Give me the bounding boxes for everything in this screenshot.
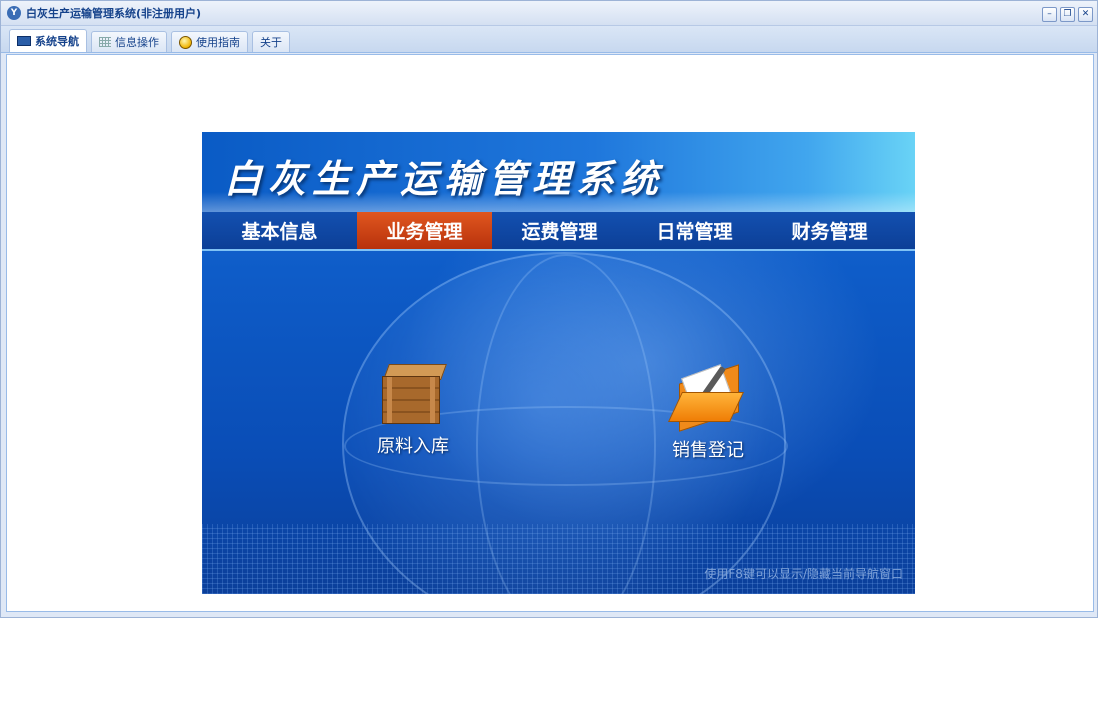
app-logo-icon: Y [7,6,21,20]
tab-bar: 系统导航 信息操作 使用指南 关于 [1,26,1097,53]
grid-decoration [202,524,915,594]
window-controls: – ❐ ✕ [1042,7,1093,22]
title-bar: Y 白灰生产运输管理系统(非注册用户) – ❐ ✕ [1,1,1097,26]
module-menu: 基本信息 业务管理 运费管理 日常管理 财务管理 [202,212,915,251]
close-button[interactable]: ✕ [1078,7,1093,22]
minimize-button[interactable]: – [1042,7,1057,22]
tab-info-operations[interactable]: 信息操作 [91,31,167,52]
restore-button[interactable]: ❐ [1060,7,1075,22]
tab-label: 信息操作 [115,36,159,49]
shortcut-material-inbound[interactable]: 原料入库 [377,364,449,458]
menu-basic-info[interactable]: 基本信息 [202,212,357,249]
grid-icon [99,37,111,47]
f8-hint-text: 使用F8键可以显示/隐藏当前导航窗口 [704,567,903,581]
crate-icon [382,364,447,424]
tab-label: 使用指南 [196,36,240,49]
menu-freight-management[interactable]: 运费管理 [492,212,627,249]
navigation-panel: 白灰生产运输管理系统 基本信息 业务管理 运费管理 日常管理 财务管理 原料入库… [6,54,1094,612]
tab-label: 系统导航 [35,35,79,48]
navigation-banner: 白灰生产运输管理系统 基本信息 业务管理 运费管理 日常管理 财务管理 原料入库… [202,132,915,594]
menu-finance-management[interactable]: 财务管理 [762,212,897,249]
menu-daily-management[interactable]: 日常管理 [627,212,762,249]
shortcut-label: 原料入库 [377,436,449,457]
menu-business-management[interactable]: 业务管理 [357,212,492,249]
folder-pen-icon [668,364,744,432]
tab-system-navigation[interactable]: 系统导航 [9,29,87,52]
shortcut-sales-registration[interactable]: 销售登记 [668,364,744,462]
help-icon [179,35,192,49]
app-window: Y 白灰生产运输管理系统(非注册用户) – ❐ ✕ 系统导航 信息操作 使用指南… [0,0,1098,618]
shortcut-label: 销售登记 [672,440,744,461]
window-title: 白灰生产运输管理系统(非注册用户) [26,7,202,20]
banner-title: 白灰生产运输管理系统 [224,157,665,201]
monitor-icon [17,36,31,46]
tab-about[interactable]: 关于 [252,31,290,52]
tab-label: 关于 [260,36,282,49]
tab-user-guide[interactable]: 使用指南 [171,31,248,52]
